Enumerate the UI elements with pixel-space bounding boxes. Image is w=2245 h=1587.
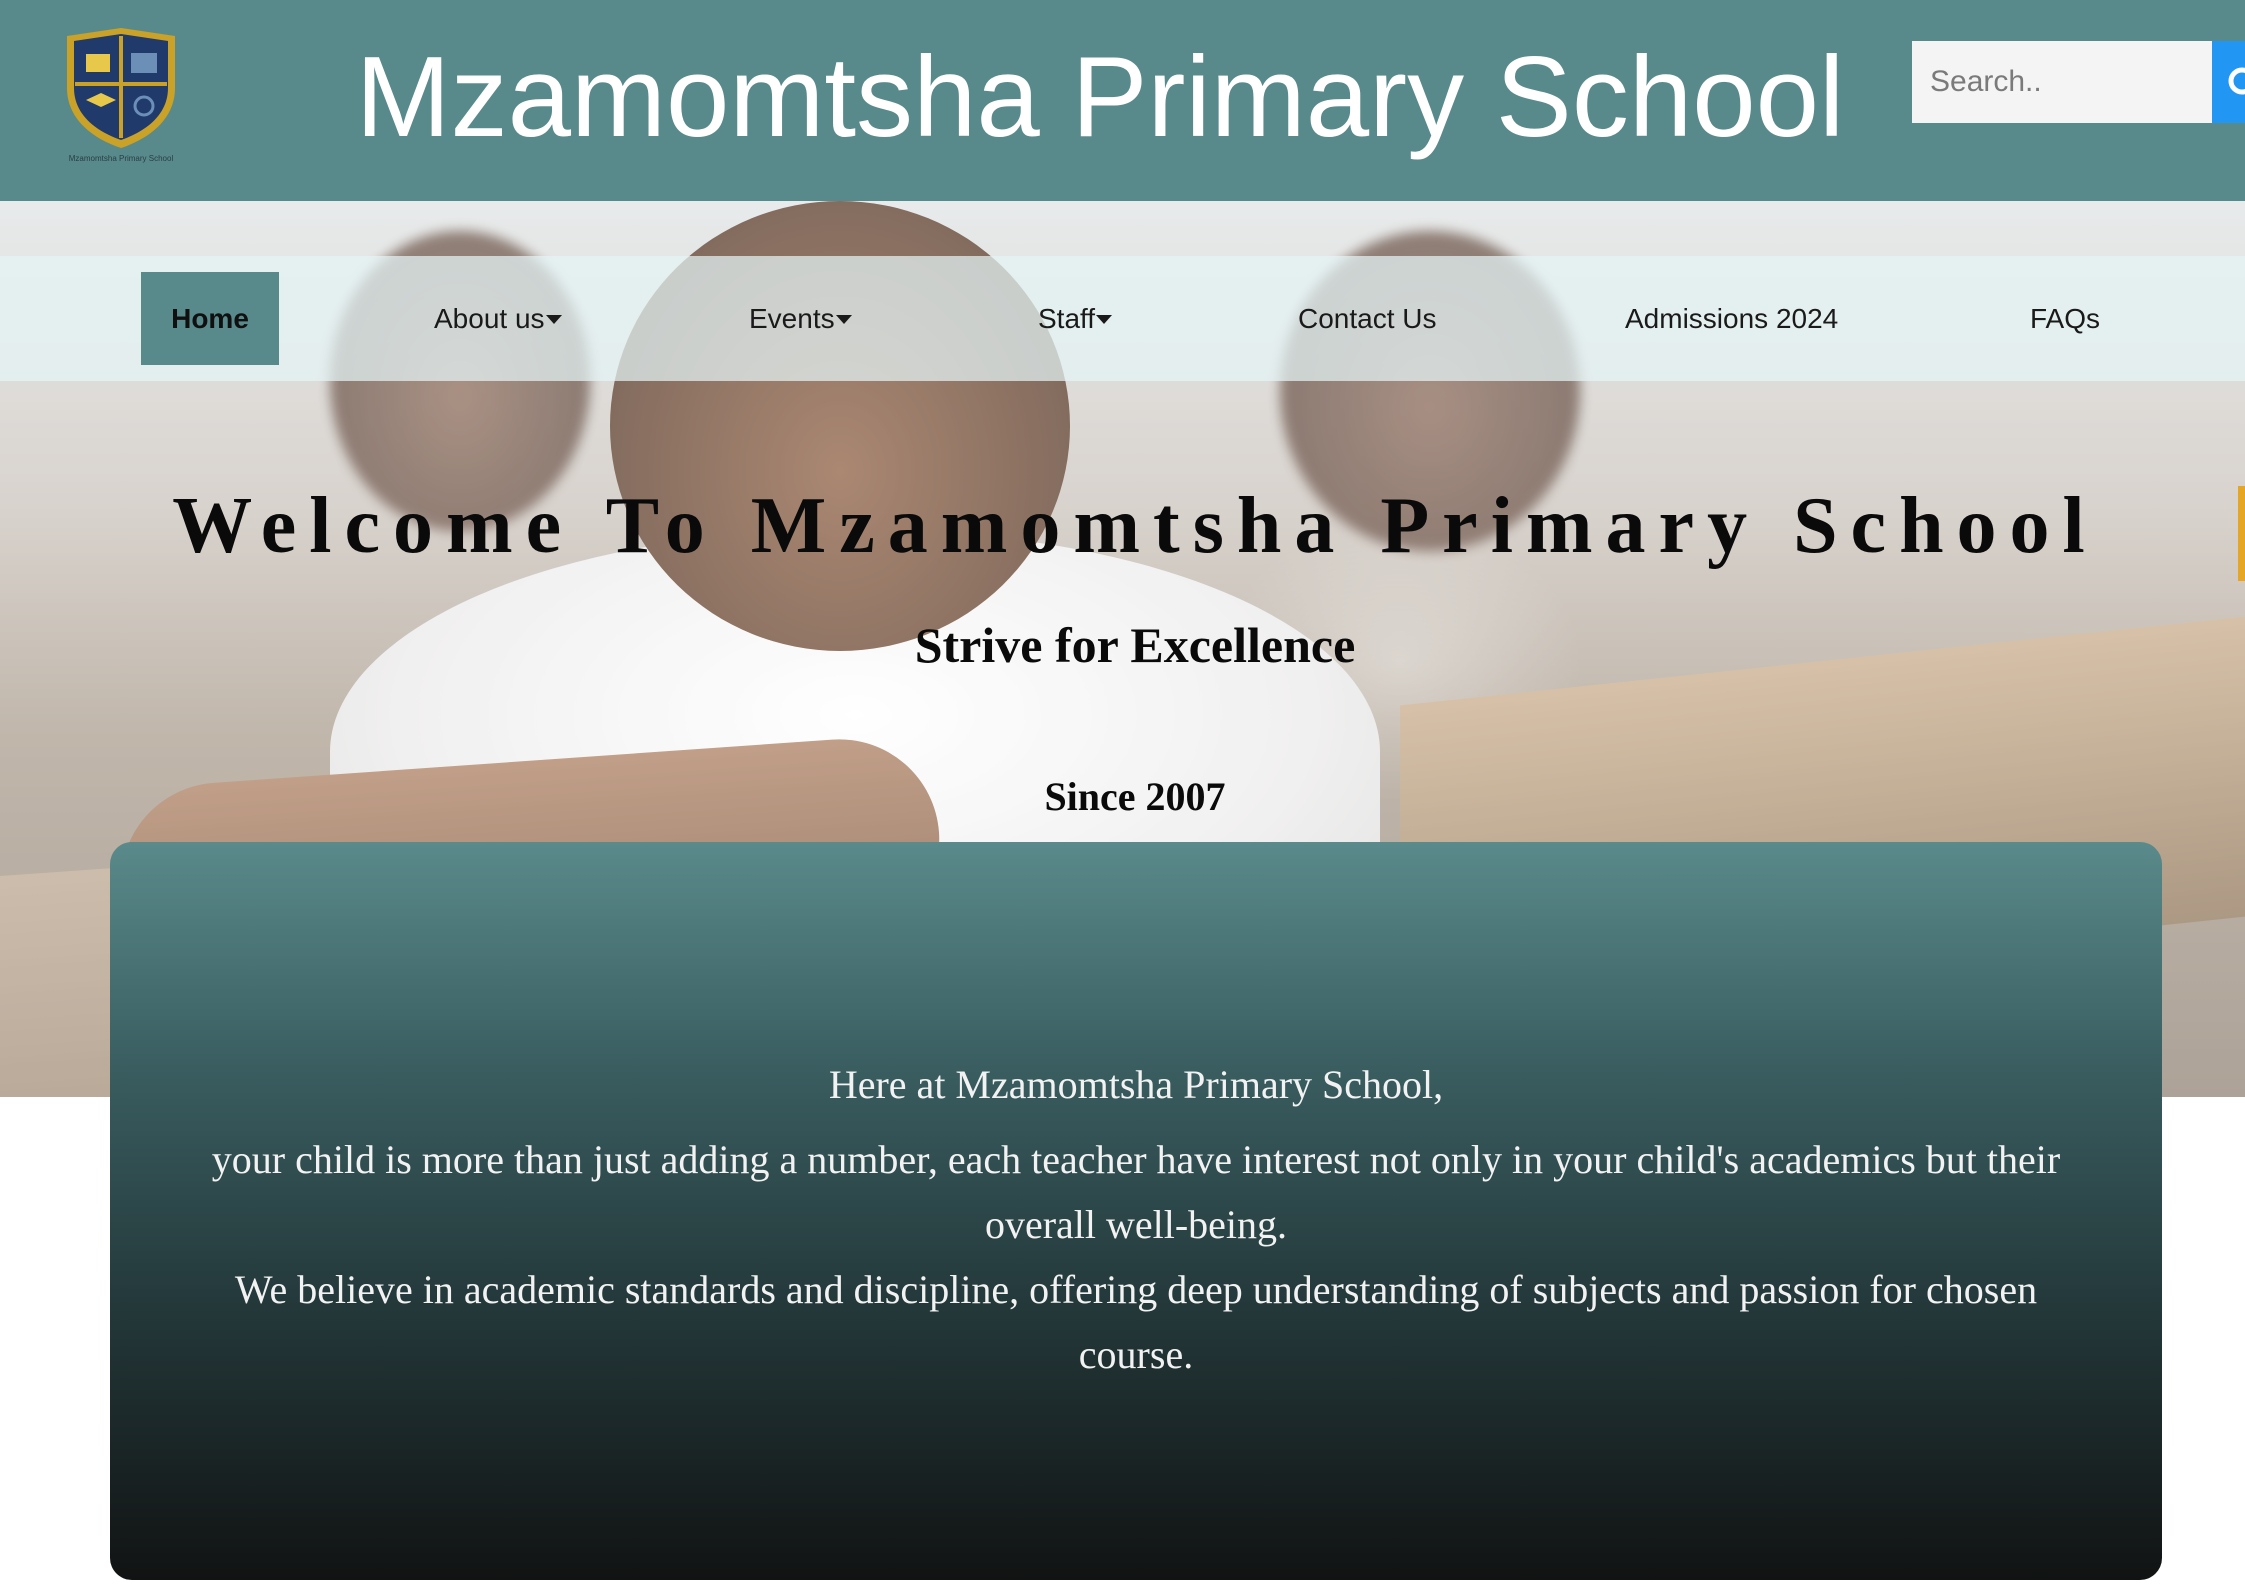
intro-paragraph-2: We believe in academic standards and dis… [234, 1267, 2038, 1377]
nav-item-label: Staff [1038, 303, 1096, 334]
nav-item-contact-us[interactable]: Contact Us [1298, 256, 1437, 381]
intro-line-1: Here at Mzamomtsha Primary School, [828, 1062, 1444, 1107]
search-input[interactable] [1912, 41, 2212, 123]
intro-text: Here at Mzamomtsha Primary School, your … [190, 1052, 2082, 1387]
search-icon [2228, 67, 2245, 95]
welcome-heading: Welcome To Mzamomtsha Primary School [172, 482, 2098, 570]
nav-item-events[interactable]: Events [749, 256, 852, 381]
nav-item-home[interactable]: Home [141, 272, 279, 365]
site-title: Mzamomtsha Primary School [355, 34, 1845, 161]
chevron-down-icon [835, 314, 852, 324]
chevron-down-icon [1096, 314, 1113, 324]
site-header: Mzamomtsha Primary School Mzamomtsha Pri… [0, 0, 2245, 201]
nav-item-label: Events [749, 303, 835, 334]
intro-paragraph-1: your child is more than just adding a nu… [211, 1137, 2061, 1247]
nav-item-label: About us [434, 303, 545, 334]
school-logo[interactable]: Mzamomtsha Primary School [26, 26, 216, 172]
school-crest-icon [67, 28, 175, 148]
nav-item-faqs[interactable]: FAQs [2030, 256, 2100, 381]
search-button[interactable] [2212, 41, 2245, 123]
main-nav: Home About us Events Staff Contact Us Ad… [0, 256, 2245, 381]
nav-item-about-us[interactable]: About us [434, 256, 562, 381]
nav-item-label: Admissions 2024 [1625, 303, 1839, 334]
page: Mzamomtsha Primary School Mzamomtsha Pri… [0, 0, 2245, 1587]
intro-card: Here at Mzamomtsha Primary School, your … [110, 842, 2162, 1580]
nav-item-label: FAQs [2030, 303, 2101, 334]
nav-item-label: Contact Us [1298, 303, 1437, 334]
logo-caption: Mzamomtsha Primary School [68, 154, 174, 163]
since-year: Since 2007 [1044, 774, 1226, 819]
chevron-down-icon [545, 314, 562, 324]
nav-item-label: Home [171, 303, 249, 334]
nav-item-admissions-2024[interactable]: Admissions 2024 [1625, 256, 1838, 381]
nav-item-staff[interactable]: Staff [1038, 256, 1113, 381]
school-tagline: Strive for Excellence [914, 617, 1356, 673]
